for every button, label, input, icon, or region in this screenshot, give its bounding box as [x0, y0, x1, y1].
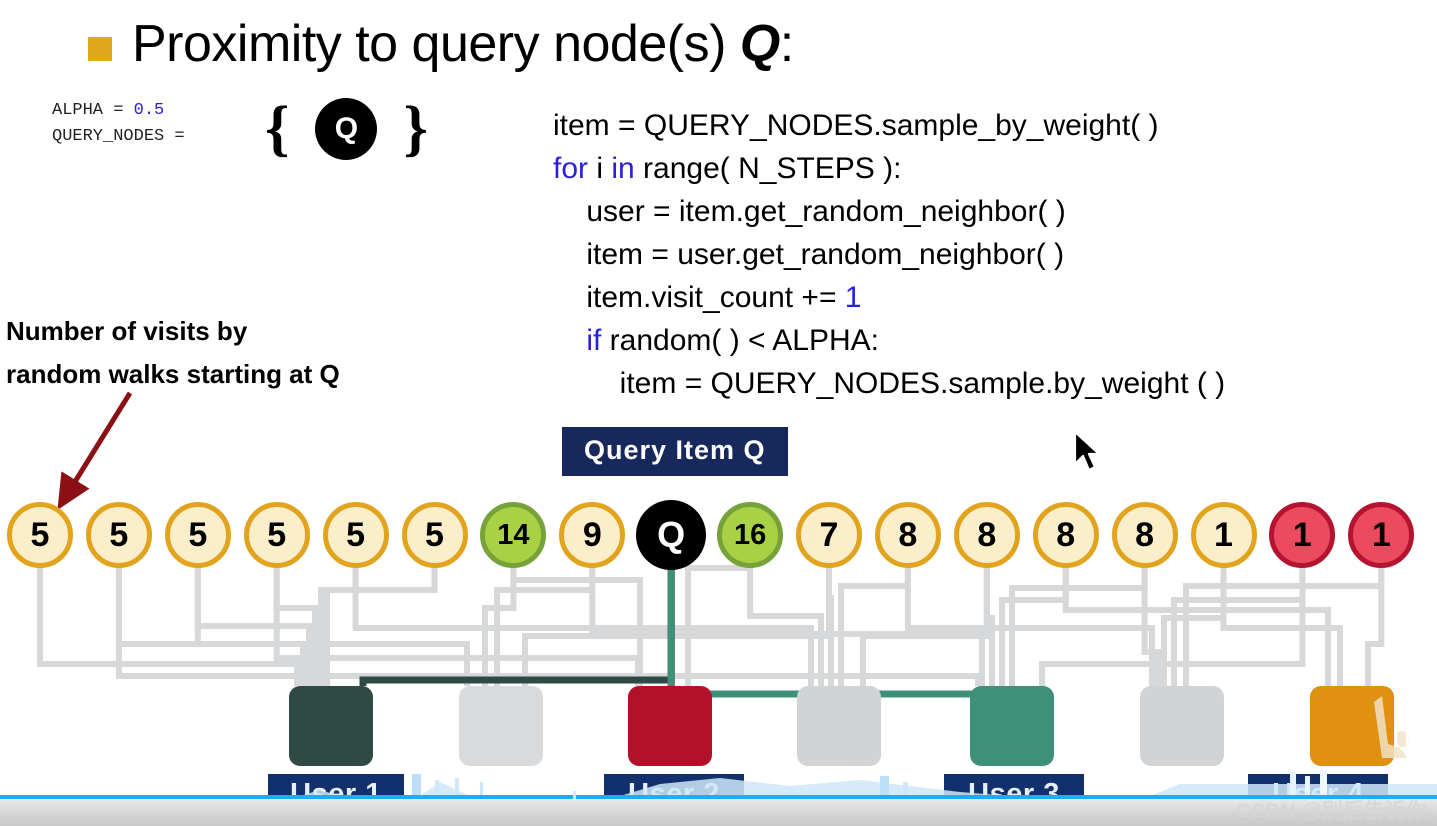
user-item-boxes [289, 686, 1394, 766]
item-node[interactable]: 5 [243, 502, 310, 568]
query-nodes-set: { Q } [265, 98, 428, 160]
code-keyword-in: in [611, 152, 635, 185]
code-line-4: item = user.get_random_neighbor( ) [553, 238, 1065, 271]
title-colon: : [779, 15, 794, 73]
code-line-7: item = QUERY_NODES.sample.by_weight ( ) [553, 367, 1226, 400]
code-line-2b: range( N_STEPS ): [634, 152, 902, 185]
item-node-label: 5 [425, 516, 444, 554]
mouse-cursor-icon [1073, 430, 1101, 472]
item-node[interactable]: 8 [874, 502, 941, 568]
title-emphasis-q: Q [739, 15, 780, 73]
item-node[interactable]: 5 [322, 502, 389, 568]
bullet-square-icon [88, 37, 112, 61]
annotation-line-1: Number of visits by [6, 316, 248, 346]
item-node-label: 8 [1135, 516, 1155, 554]
item-node[interactable]: 1 [1190, 502, 1257, 568]
item-node[interactable]: 1 [1348, 502, 1415, 568]
item-node-label: 14 [497, 518, 530, 551]
item-node[interactable]: Q [636, 500, 707, 570]
graph-edges-default [37, 536, 1385, 686]
pseudocode-block: item = QUERY_NODES.sample_by_weight( ) f… [553, 104, 1225, 405]
page-title: Proximity to query node(s) Q: [88, 14, 794, 74]
slide-canvas: Proximity to query node(s) Q: ALPHA = 0.… [0, 0, 1437, 826]
item-node-label: 1 [1292, 516, 1312, 554]
alpha-value: 0.5 [133, 101, 165, 120]
item-node[interactable]: 8 [953, 502, 1020, 568]
item-node-label: 5 [188, 516, 208, 554]
video-controls-strip[interactable] [0, 799, 1437, 826]
item-node[interactable]: 9 [559, 502, 626, 568]
alpha-key: ALPHA [52, 101, 104, 120]
item-node-label: 5 [30, 516, 50, 554]
item-node[interactable]: 16 [717, 502, 784, 568]
item-node-label: 5 [346, 516, 366, 554]
alpha-eq: = [103, 101, 134, 120]
code-keyword-if: if [553, 324, 602, 357]
item-node-label: 8 [977, 516, 997, 554]
csdn-watermark: CSDN @别后告诉你 [1236, 800, 1427, 823]
code-line-2a: i [588, 152, 612, 185]
item-node-label: 1 [1371, 516, 1391, 554]
user-box[interactable] [289, 686, 373, 766]
query-node-chip: Q [315, 98, 378, 160]
title-main-text: Proximity to query node(s) [132, 15, 740, 73]
item-node[interactable]: 14 [480, 502, 547, 568]
item-node-label: 5 [267, 516, 287, 554]
item-node-label: 7 [819, 516, 839, 554]
user-box[interactable] [628, 686, 712, 766]
item-node-label: 8 [1056, 516, 1076, 554]
user-box[interactable] [970, 686, 1054, 766]
code-line-1: item = QUERY_NODES.sample_by_weight( ) [553, 109, 1159, 142]
code-literal-one: 1 [844, 281, 862, 314]
item-node[interactable]: 1 [1269, 502, 1336, 568]
item-node[interactable]: 5 [401, 502, 468, 568]
item-node[interactable]: 5 [164, 502, 231, 568]
code-line-5a: item.visit_count += [553, 281, 845, 314]
item-node-label: 16 [733, 518, 767, 551]
item-node-label: 5 [109, 516, 129, 554]
item-node[interactable]: 8 [1032, 502, 1099, 568]
item-node-label: 1 [1214, 516, 1233, 554]
user-box[interactable] [1140, 686, 1224, 766]
code-keyword-for: for [553, 152, 589, 185]
brace-open: { [265, 95, 290, 163]
user-box[interactable] [459, 686, 543, 766]
query-nodes-key: QUERY_NODES [52, 127, 165, 146]
item-node[interactable]: 8 [1111, 502, 1178, 568]
code-line-3: user = item.get_random_neighbor( ) [553, 195, 1066, 228]
config-code-block: ALPHA = 0.5 QUERY_NODES = [52, 98, 185, 150]
user-box[interactable] [797, 686, 881, 766]
item-node-label: 9 [582, 516, 602, 554]
item-node[interactable]: 5 [7, 502, 73, 568]
item-node[interactable]: 7 [796, 502, 862, 568]
bilibili-logo-icon [1374, 696, 1426, 760]
code-line-6b: random( ) < ALPHA: [601, 324, 879, 357]
annotation-text: Number of visits by random walks startin… [6, 310, 340, 396]
item-node[interactable]: 5 [85, 502, 152, 568]
item-node-label: 8 [898, 516, 918, 554]
item-node-label: Q [657, 514, 686, 555]
brace-close: } [403, 95, 428, 163]
query-nodes-eq: = [164, 127, 185, 146]
